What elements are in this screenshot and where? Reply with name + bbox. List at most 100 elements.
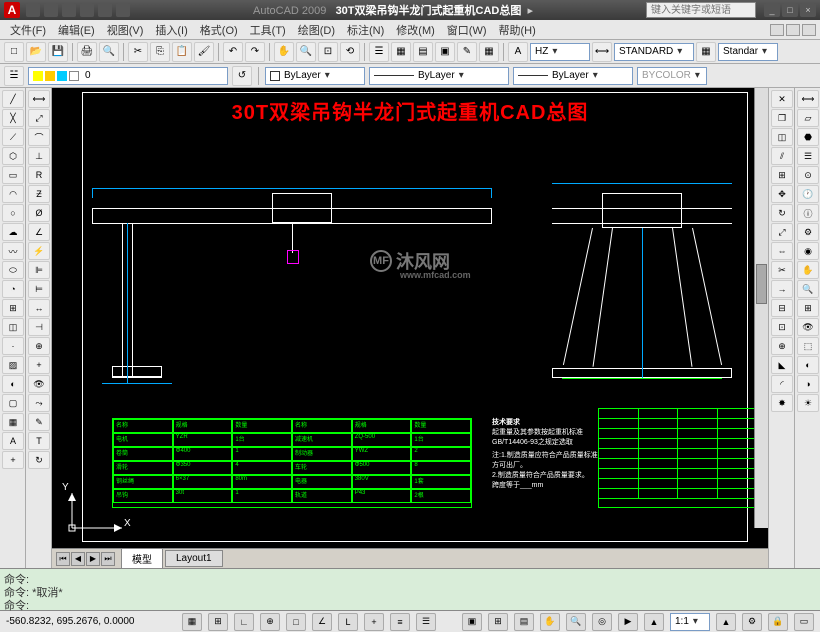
tab-prev-icon[interactable]: ◀ bbox=[71, 552, 85, 566]
open-icon[interactable]: 📂 bbox=[26, 42, 46, 62]
menu-insert[interactable]: 插入(I) bbox=[149, 20, 193, 40]
quick-view-icon[interactable]: ⊞ bbox=[488, 613, 508, 631]
qp-toggle[interactable]: ☰ bbox=[416, 613, 436, 631]
table-style-icon[interactable]: ▦ bbox=[696, 42, 716, 62]
join-icon[interactable]: ⊕ bbox=[771, 337, 793, 355]
otrack-toggle[interactable]: ∠ bbox=[312, 613, 332, 631]
tab-model[interactable]: 模型 bbox=[121, 548, 163, 569]
minimize-button[interactable]: _ bbox=[764, 3, 780, 17]
dim-diameter-icon[interactable]: Ø bbox=[28, 204, 50, 222]
ortho-toggle[interactable]: ∟ bbox=[234, 613, 254, 631]
zoom-window-icon[interactable]: ⊡ bbox=[318, 42, 338, 62]
dim-arc-icon[interactable]: ⌒ bbox=[28, 128, 50, 146]
doc-restore-button[interactable] bbox=[786, 24, 800, 36]
rotate-icon[interactable]: ↻ bbox=[771, 204, 793, 222]
doc-minimize-button[interactable] bbox=[770, 24, 784, 36]
break-icon[interactable]: ⊡ bbox=[771, 318, 793, 336]
redo-icon[interactable]: ↷ bbox=[245, 42, 265, 62]
lwt-toggle[interactable]: ≡ bbox=[390, 613, 410, 631]
named-views-icon[interactable]: 👁 bbox=[797, 318, 819, 336]
tab-layout1[interactable]: Layout1 bbox=[165, 550, 223, 567]
3dorbit-icon[interactable]: ◉ bbox=[797, 242, 819, 260]
copy-obj-icon[interactable]: ❐ bbox=[771, 109, 793, 127]
preview-icon[interactable]: 🔍 bbox=[99, 42, 119, 62]
revcloud-icon[interactable]: ☁ bbox=[2, 223, 24, 241]
center-mark-icon[interactable]: + bbox=[28, 356, 50, 374]
chamfer-icon[interactable]: ◣ bbox=[771, 356, 793, 374]
showmotion-icon[interactable]: ▶ bbox=[618, 613, 638, 631]
qat-undo-icon[interactable] bbox=[80, 3, 94, 17]
menu-edit[interactable]: 编辑(E) bbox=[52, 20, 101, 40]
dim-jogged-icon[interactable]: Ƶ bbox=[28, 185, 50, 203]
move-icon[interactable]: ✥ bbox=[771, 185, 793, 203]
make-block-icon[interactable]: ◫ bbox=[2, 318, 24, 336]
paste-icon[interactable]: 📋 bbox=[172, 42, 192, 62]
menu-help[interactable]: 帮助(H) bbox=[493, 20, 542, 40]
dim-baseline-icon[interactable]: ⊫ bbox=[28, 261, 50, 279]
tolerance-icon[interactable]: ⊕ bbox=[28, 337, 50, 355]
dim-space-icon[interactable]: ↔ bbox=[28, 299, 50, 317]
dim-continue-icon[interactable]: ⊨ bbox=[28, 280, 50, 298]
properties-icon[interactable]: ☰ bbox=[369, 42, 389, 62]
design-center-icon[interactable]: ▦ bbox=[391, 42, 411, 62]
tool-palette-icon[interactable]: ▤ bbox=[413, 42, 433, 62]
qat-new-icon[interactable] bbox=[26, 3, 40, 17]
table-style-dropdown[interactable]: Standar bbox=[718, 43, 778, 61]
menu-modify[interactable]: 修改(M) bbox=[390, 20, 441, 40]
distance-icon[interactable]: ⟷ bbox=[797, 90, 819, 108]
dim-update-icon[interactable]: ↻ bbox=[28, 451, 50, 469]
inspect-icon[interactable]: 👁 bbox=[28, 375, 50, 393]
print-icon[interactable]: 🖨 bbox=[77, 42, 97, 62]
lineweight-dropdown[interactable]: ByLayer bbox=[513, 67, 633, 85]
qat-open-icon[interactable] bbox=[44, 3, 58, 17]
polar-toggle[interactable]: ⊕ bbox=[260, 613, 280, 631]
zoom-icon[interactable]: 🔍 bbox=[296, 42, 316, 62]
dyn-toggle[interactable]: + bbox=[364, 613, 384, 631]
dim-radius-icon[interactable]: R bbox=[28, 166, 50, 184]
region-icon[interactable]: ▢ bbox=[2, 394, 24, 412]
dim-ordinate-icon[interactable]: ⊥ bbox=[28, 147, 50, 165]
menu-view[interactable]: 视图(V) bbox=[101, 20, 150, 40]
close-button[interactable]: × bbox=[800, 3, 816, 17]
save-icon[interactable]: 💾 bbox=[48, 42, 68, 62]
zoom-status-icon[interactable]: 🔍 bbox=[566, 613, 586, 631]
array-icon[interactable]: ⊞ bbox=[771, 166, 793, 184]
menu-file[interactable]: 文件(F) bbox=[4, 20, 52, 40]
status-icon[interactable]: ⓘ bbox=[797, 204, 819, 222]
3dzoom-icon[interactable]: 🔍 bbox=[797, 280, 819, 298]
tab-first-icon[interactable]: ⏮ bbox=[56, 552, 70, 566]
ducs-toggle[interactable]: L bbox=[338, 613, 358, 631]
snap-toggle[interactable]: ▦ bbox=[182, 613, 202, 631]
wheel-icon[interactable]: ◎ bbox=[592, 613, 612, 631]
jog-linear-icon[interactable]: ⤳ bbox=[28, 394, 50, 412]
linetype-dropdown[interactable]: ByLayer bbox=[369, 67, 509, 85]
menu-dimension[interactable]: 标注(N) bbox=[341, 20, 390, 40]
dim-style-icon[interactable]: ⟷ bbox=[592, 42, 612, 62]
dim-quick-icon[interactable]: ⚡ bbox=[28, 242, 50, 260]
drawing-canvas[interactable]: 30T双梁吊钩半龙门式起重机CAD总图 bbox=[52, 88, 768, 548]
toolbar-lock-icon[interactable]: 🔒 bbox=[768, 613, 788, 631]
break-pt-icon[interactable]: ⊟ bbox=[771, 299, 793, 317]
mirror-icon[interactable]: ◫ bbox=[771, 128, 793, 146]
gradient-icon[interactable]: ◐ bbox=[2, 375, 24, 393]
anno-scale-icon[interactable]: ▲ bbox=[644, 613, 664, 631]
dim-aligned-icon[interactable]: ⤢ bbox=[28, 109, 50, 127]
polygon-icon[interactable]: ⬡ bbox=[2, 147, 24, 165]
sheet-set-icon[interactable]: ▣ bbox=[435, 42, 455, 62]
tab-next-icon[interactable]: ▶ bbox=[86, 552, 100, 566]
color-dropdown[interactable]: ByLayer bbox=[265, 67, 365, 85]
menu-tools[interactable]: 工具(T) bbox=[244, 20, 292, 40]
list-icon[interactable]: ☰ bbox=[797, 147, 819, 165]
qat-save-icon[interactable] bbox=[62, 3, 76, 17]
dim-style-dropdown[interactable]: STANDARD bbox=[614, 43, 694, 61]
anno-scale-dropdown[interactable]: 1:1 bbox=[670, 613, 710, 631]
cmd-prompt[interactable]: 命令: bbox=[4, 597, 816, 610]
undo-icon[interactable]: ↶ bbox=[223, 42, 243, 62]
scale-icon[interactable]: ⤢ bbox=[771, 223, 793, 241]
layer-prev-icon[interactable]: ↺ bbox=[232, 66, 252, 86]
offset-icon[interactable]: ⫽ bbox=[771, 147, 793, 165]
fillet-icon[interactable]: ◜ bbox=[771, 375, 793, 393]
menu-format[interactable]: 格式(O) bbox=[194, 20, 244, 40]
qat-print-icon[interactable] bbox=[116, 3, 130, 17]
anno-vis-icon[interactable]: ▲ bbox=[716, 613, 736, 631]
